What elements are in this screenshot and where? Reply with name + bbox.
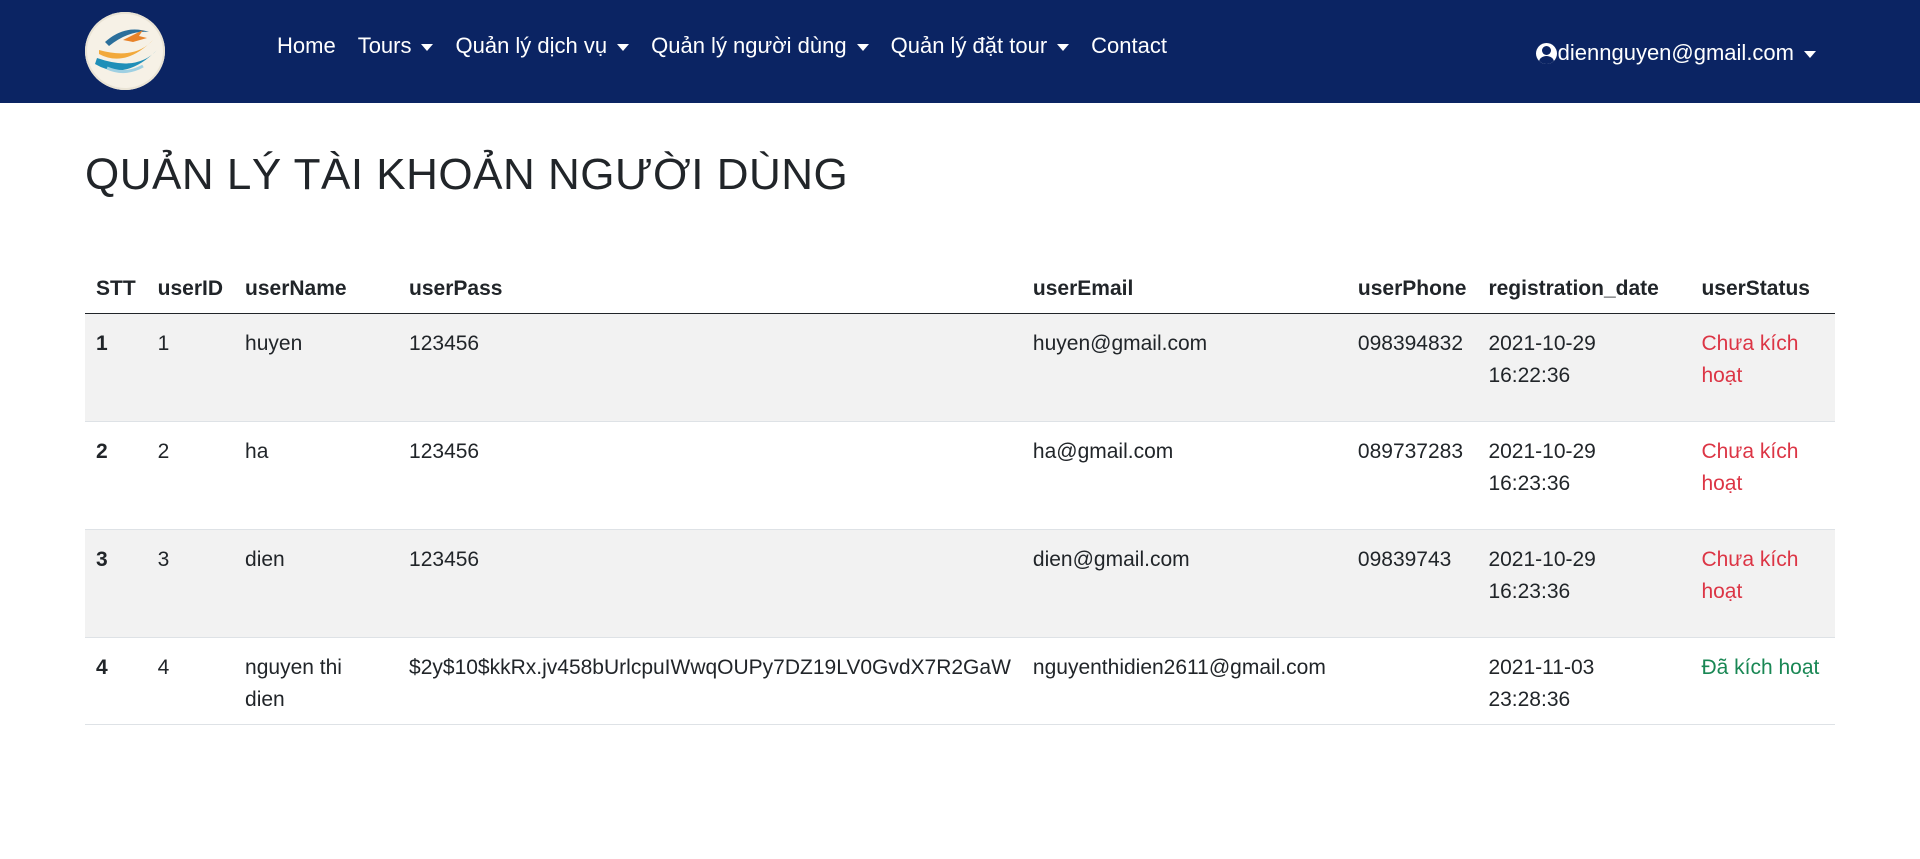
nav-tours-label: Tours: [357, 33, 412, 58]
nav-service-management-label: Quản lý dịch vụ: [455, 33, 608, 58]
cell-userpass: $2y$10$kkRx.jv458bUrlcpuIWwqOUPy7DZ19LV0…: [398, 637, 1022, 725]
caret-down-icon: [421, 43, 434, 51]
caret-down-icon: [1804, 50, 1816, 58]
nav-booking-management-dropdown[interactable]: Quản lý đặt tour: [891, 33, 1070, 59]
cell-userid: 1: [146, 313, 235, 422]
status-text: Đã kích hoạt: [1701, 656, 1820, 679]
cell-username: dien: [234, 529, 399, 638]
user-account-dropdown[interactable]: diennguyen@gmail.com: [1535, 40, 1816, 66]
nav-booking-management-label: Quản lý đặt tour: [890, 33, 1048, 58]
nav-contact-link[interactable]: Contact: [1091, 33, 1167, 59]
nav-home-label: Home: [277, 33, 336, 58]
cell-username: ha: [234, 421, 399, 530]
nav-tours-dropdown[interactable]: Tours: [358, 33, 434, 59]
cell-username: nguyen thi dien: [234, 637, 399, 725]
nav-home-link[interactable]: Home: [277, 33, 336, 59]
status-text-continued: hoạt: [1701, 472, 1743, 495]
nav-contact-label: Contact: [1091, 33, 1167, 58]
cell-stt: 1: [85, 313, 147, 422]
cell-useremail: nguyenthidien2611@gmail.com: [1021, 637, 1347, 725]
cell-useremail: ha@gmail.com: [1021, 421, 1347, 530]
cell-userid: 2: [146, 421, 235, 530]
column-header-userstatus: userStatus: [1690, 270, 1835, 314]
column-header-userpass: userPass: [398, 270, 1022, 314]
registration-date-value: 2021-10-29: [1488, 332, 1596, 355]
user-circle-icon: [1535, 42, 1557, 64]
cell-registration-date: 2021-11-03 23:28:36: [1477, 637, 1691, 725]
nav-user-management-label: Quản lý người dùng: [651, 33, 847, 58]
registration-time-value: 23:28:36: [1488, 688, 1571, 711]
status-text: Chưa kích: [1701, 332, 1799, 355]
column-header-username: userName: [234, 270, 399, 314]
nav-service-management-dropdown[interactable]: Quản lý dịch vụ: [455, 33, 630, 59]
user-accounts-table: STT userID userName userPass userEmail u…: [85, 270, 1835, 725]
cell-useremail: huyen@gmail.com: [1021, 313, 1347, 422]
column-header-stt: STT: [85, 270, 147, 314]
caret-down-icon: [1057, 43, 1070, 51]
table-row: 2 2 ha 123456 ha@gmail.com 089737283 202…: [85, 421, 1835, 530]
status-text-continued: hoạt: [1701, 364, 1743, 387]
caret-down-icon: [856, 43, 869, 51]
cell-userstatus: Chưa kích hoạt: [1690, 529, 1835, 638]
table-row: 4 4 nguyen thi dien $2y$10$kkRx.jv458bUr…: [85, 637, 1835, 725]
cell-stt: 2: [85, 421, 147, 530]
cell-registration-date: 2021-10-29 16:23:36: [1477, 421, 1691, 530]
cell-stt: 4: [85, 637, 147, 725]
table-row: 1 1 huyen 123456 huyen@gmail.com 0983948…: [85, 313, 1835, 422]
cell-registration-date: 2021-10-29 16:23:36: [1477, 529, 1691, 638]
status-text: Chưa kích: [1701, 440, 1799, 463]
column-header-userphone: userPhone: [1346, 270, 1478, 314]
brand-logo[interactable]: [85, 12, 165, 90]
cell-userphone: 089737283: [1346, 421, 1478, 530]
cell-userpass: 123456: [398, 421, 1022, 530]
cell-userstatus: Đã kích hoạt: [1690, 637, 1835, 725]
cell-userphone: 09839743: [1346, 529, 1478, 638]
cell-userid: 4: [146, 637, 235, 725]
cell-registration-date: 2021-10-29 16:22:36: [1477, 313, 1691, 422]
column-header-registration-date: registration_date: [1477, 270, 1691, 314]
cell-username: huyen: [234, 313, 399, 422]
table-body: 1 1 huyen 123456 huyen@gmail.com 0983948…: [85, 313, 1835, 725]
table-header-row: STT userID userName userPass userEmail u…: [85, 270, 1835, 314]
registration-date-value: 2021-10-29: [1488, 548, 1596, 571]
main-nav: Home Tours Quản lý dịch vụ Quản lý người…: [277, 32, 1189, 60]
cell-useremail: dien@gmail.com: [1021, 529, 1347, 638]
registration-time-value: 16:23:36: [1488, 580, 1571, 603]
top-navbar: Home Tours Quản lý dịch vụ Quản lý người…: [0, 0, 1920, 103]
cell-userpass: 123456: [398, 529, 1022, 638]
cell-userstatus: Chưa kích hoạt: [1690, 313, 1835, 422]
registration-time-value: 16:22:36: [1488, 364, 1571, 387]
cell-stt: 3: [85, 529, 147, 638]
status-text: Chưa kích: [1701, 548, 1799, 571]
cell-userpass: 123456: [398, 313, 1022, 422]
cell-userid: 3: [146, 529, 235, 638]
registration-date-value: 2021-10-29: [1488, 440, 1596, 463]
column-header-userid: userID: [146, 270, 235, 314]
user-email-label: diennguyen@gmail.com: [1557, 40, 1794, 65]
page-title: QUẢN LÝ TÀI KHOẢN NGƯỜI DÙNG: [85, 150, 849, 199]
registration-date-value: 2021-11-03: [1488, 656, 1595, 679]
caret-down-icon: [617, 43, 630, 51]
cell-userphone: 098394832: [1346, 313, 1478, 422]
column-header-useremail: userEmail: [1021, 270, 1347, 314]
nav-user-management-dropdown[interactable]: Quản lý người dùng: [651, 33, 869, 59]
table-header: STT userID userName userPass userEmail u…: [85, 270, 1835, 314]
registration-time-value: 16:23:36: [1488, 472, 1571, 495]
status-text-continued: hoạt: [1701, 580, 1743, 603]
cell-userstatus: Chưa kích hoạt: [1690, 421, 1835, 530]
table-row: 3 3 dien 123456 dien@gmail.com 09839743 …: [85, 529, 1835, 638]
cell-userphone: [1346, 637, 1478, 725]
